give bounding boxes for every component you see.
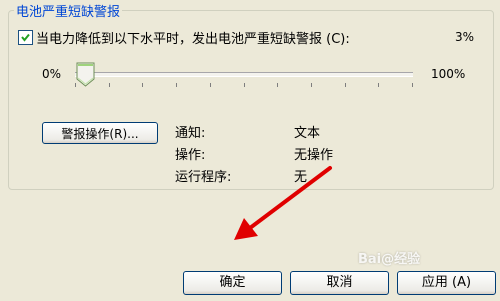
slider-tick	[176, 83, 178, 87]
ok-button[interactable]: 确定	[183, 271, 282, 295]
slider-min-label: 0%	[42, 67, 62, 81]
alarm-level-value: 3%	[455, 30, 475, 44]
checkmark-icon	[21, 33, 30, 42]
info-label-notify: 通知:	[175, 126, 206, 141]
slider-tick	[277, 83, 279, 87]
slider-tick	[344, 83, 346, 87]
slider-tick	[310, 83, 312, 87]
info-value-notify: 文本	[294, 126, 321, 141]
alarm-level-slider-thumb[interactable]	[76, 62, 95, 87]
slider-tick	[243, 83, 245, 87]
group-title: 电池严重短缺警报	[14, 1, 123, 20]
slider-ticks	[75, 83, 413, 89]
slider-tick	[142, 83, 144, 87]
red-arrow-annotation	[234, 166, 332, 240]
cancel-button[interactable]: 取消	[290, 271, 389, 295]
critical-alarm-checkbox-label[interactable]: 当电力降低到以下水平时，发出电池严重短缺警报 (C):	[36, 28, 350, 47]
apply-button[interactable]: 应用 (A)	[397, 271, 496, 295]
slider-tick	[108, 83, 110, 87]
critical-alarm-checkbox[interactable]	[18, 30, 33, 45]
slider-tick	[209, 83, 211, 87]
watermark-logo: Bai@经验	[358, 252, 421, 267]
alarm-level-slider-track[interactable]	[75, 72, 413, 77]
slider-tick	[412, 83, 413, 87]
alarm-action-button[interactable]: 警报操作(R)...	[42, 122, 158, 144]
info-label-action: 操作:	[175, 148, 206, 163]
slider-max-label: 100%	[431, 67, 466, 81]
slider-tick	[378, 83, 380, 87]
